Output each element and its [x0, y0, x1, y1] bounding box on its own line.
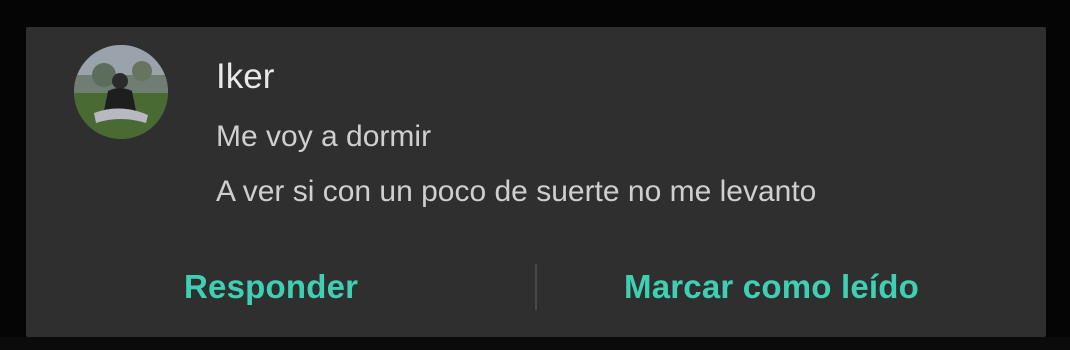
message-line-1: Me voy a dormir: [216, 120, 432, 153]
reply-button[interactable]: Responder: [184, 268, 358, 306]
mark-as-read-button[interactable]: Marcar como leído: [624, 268, 919, 306]
notification-actions: Responder Marcar como leído: [26, 252, 1046, 322]
bottom-edge: [0, 337, 1070, 350]
notification-card[interactable]: Iker Me voy a dormir A ver si con un poc…: [26, 27, 1046, 337]
sender-name: Iker: [216, 57, 275, 96]
action-divider: [535, 264, 537, 310]
avatar-photo: [74, 45, 168, 139]
avatar: [74, 45, 168, 139]
message-line-2: A ver si con un poco de suerte no me lev…: [216, 175, 817, 208]
